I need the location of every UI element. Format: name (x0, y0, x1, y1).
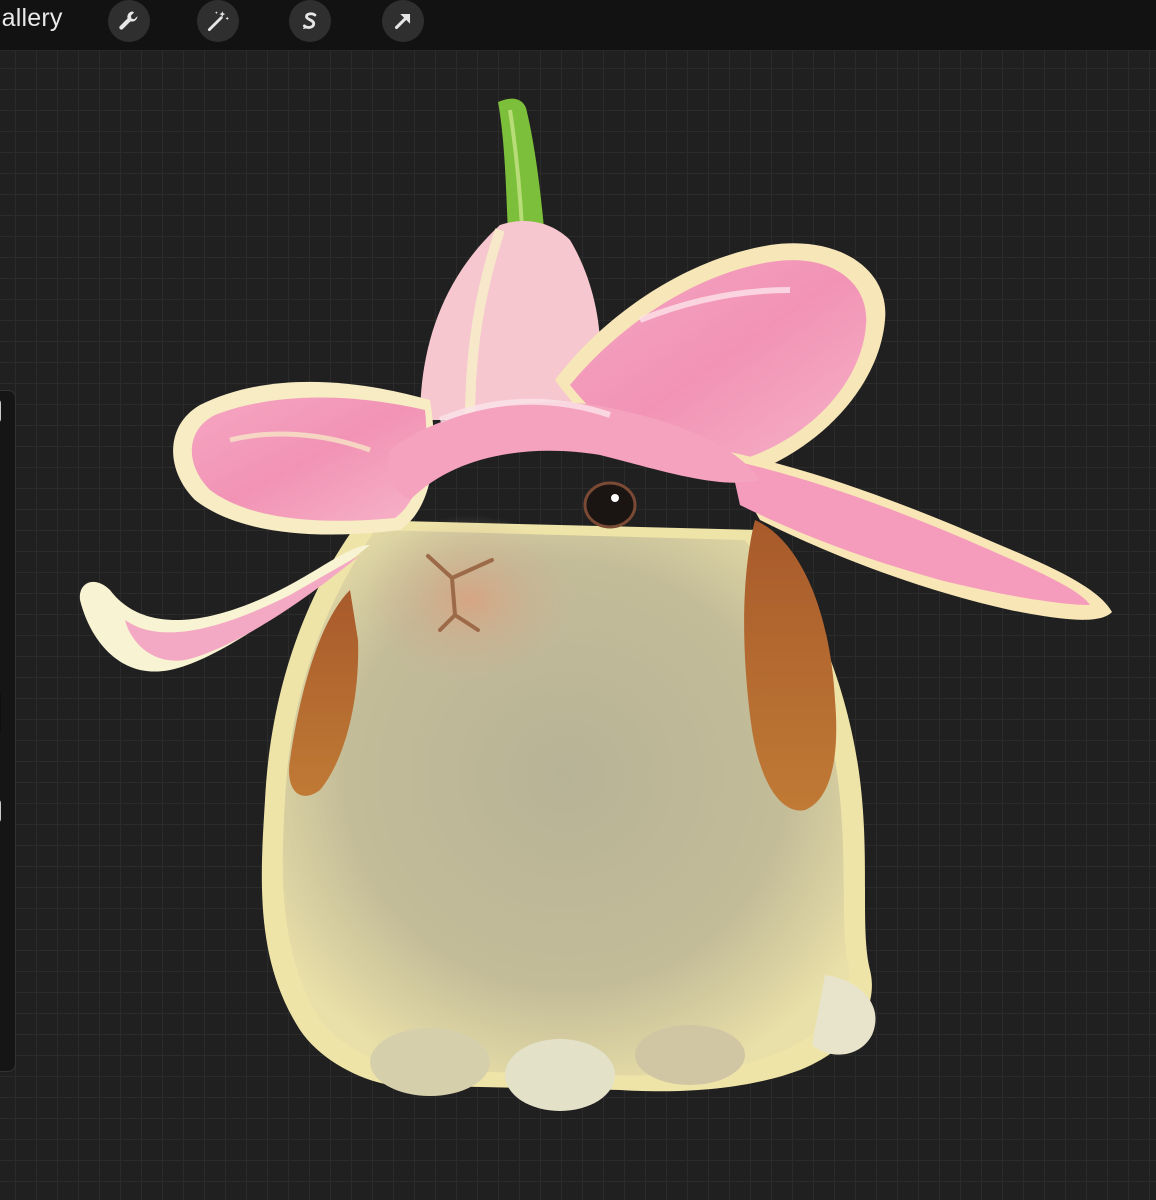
arrow-cursor-icon (394, 13, 411, 30)
left-sidebar (0, 390, 16, 1072)
magic-wand-icon (207, 11, 229, 32)
modify-button[interactable] (0, 691, 1, 735)
actions-button[interactable] (108, 0, 150, 42)
adjustments-button[interactable] (197, 0, 239, 42)
procreate-app: Gallery (0, 0, 1156, 1200)
gallery-button[interactable]: Gallery (0, 3, 63, 33)
wrench-icon (119, 11, 138, 30)
top-toolbar: Gallery (0, 0, 1156, 51)
opacity-slider[interactable] (0, 799, 1, 823)
selection-s-icon (302, 12, 317, 30)
transform-button[interactable] (382, 0, 424, 42)
selection-button[interactable] (289, 0, 331, 42)
drawing-canvas[interactable] (0, 51, 1156, 1200)
brush-size-slider[interactable] (0, 399, 1, 423)
